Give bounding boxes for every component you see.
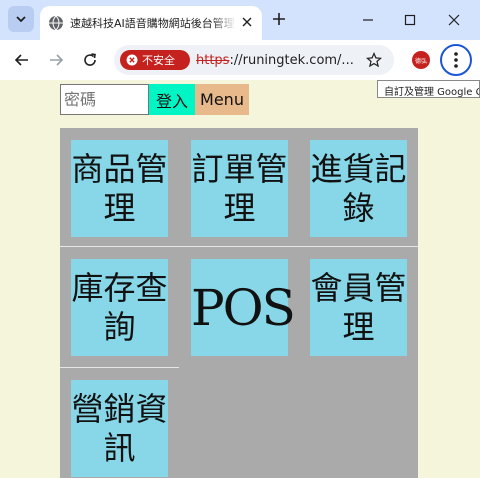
tab-close-button[interactable] xyxy=(238,13,256,31)
back-button[interactable] xyxy=(10,48,34,72)
tile-product-management[interactable]: 商品管理 xyxy=(71,140,168,237)
url-scheme: https xyxy=(196,53,230,68)
row-divider xyxy=(60,246,418,247)
forward-button[interactable] xyxy=(44,48,68,72)
close-icon xyxy=(242,17,252,27)
new-tab-button[interactable] xyxy=(268,8,290,30)
tile-member-management[interactable]: 會員管理 xyxy=(310,259,407,356)
security-chip[interactable]: 不安全 xyxy=(120,50,190,70)
active-tab[interactable]: 速越科技AI語音購物網站後台管理系統 xyxy=(40,6,262,40)
tile-label: POS xyxy=(191,278,296,337)
tile-order-management[interactable]: 訂單管理 xyxy=(191,140,288,237)
login-row: 登入 Menu xyxy=(60,84,249,115)
menu-button[interactable]: Menu xyxy=(195,84,249,115)
tile-label: 進貨記錄 xyxy=(310,150,407,227)
reload-button[interactable] xyxy=(78,48,102,72)
url-rest: ://runingtek.com/... xyxy=(229,53,354,68)
plus-icon xyxy=(273,13,285,25)
maximize-icon xyxy=(404,14,416,26)
tab-title: 速越科技AI語音購物網站後台管理系統 xyxy=(70,17,236,30)
close-icon xyxy=(448,14,460,26)
reload-icon xyxy=(84,53,96,66)
tile-label: 營銷資訊 xyxy=(71,390,168,467)
star-icon xyxy=(366,52,382,68)
browser-toolbar: 不安全 https://runingtek.com/... 德弘 xyxy=(0,40,480,80)
security-label: 不安全 xyxy=(142,54,175,67)
more-vertical-icon xyxy=(454,52,458,68)
globe-icon xyxy=(49,15,63,31)
tab-search-button[interactable] xyxy=(8,6,34,32)
address-bar[interactable]: 不安全 https://runingtek.com/... xyxy=(114,45,394,75)
tile-label: 訂單管理 xyxy=(191,150,288,227)
tile-purchase-records[interactable]: 進貨記錄 xyxy=(310,140,407,237)
bookmark-button[interactable] xyxy=(364,50,384,70)
tile-label: 會員管理 xyxy=(310,269,407,346)
warning-icon xyxy=(126,54,138,66)
tile-marketing-info[interactable]: 營銷資訊 xyxy=(71,380,168,477)
login-button[interactable]: 登入 xyxy=(149,84,195,115)
tile-pos[interactable]: POS xyxy=(191,259,296,356)
row-divider xyxy=(60,367,179,368)
chrome-menu-button[interactable] xyxy=(440,44,472,76)
tile-label: 商品管理 xyxy=(71,150,168,227)
minimize-button[interactable] xyxy=(356,8,380,32)
function-grid: 商品管理 訂單管理 進貨記錄 庫存查詢 POS 會員管理 營銷資訊 xyxy=(60,128,418,478)
arrow-right-icon xyxy=(50,54,64,66)
arrow-left-icon xyxy=(14,54,28,66)
password-input[interactable] xyxy=(60,84,149,115)
tile-label: 庫存查詢 xyxy=(71,269,168,346)
browser-tab-strip: 速越科技AI語音購物網站後台管理系統 xyxy=(0,0,480,40)
maximize-button[interactable] xyxy=(398,8,422,32)
url-text: https://runingtek.com/... xyxy=(196,53,354,68)
chevron-down-icon xyxy=(16,16,26,23)
window-close-button[interactable] xyxy=(442,8,466,32)
menu-tooltip: 自訂及管理 Google Chrome xyxy=(377,80,480,98)
profile-avatar[interactable]: 德弘 xyxy=(412,51,430,69)
minimize-icon xyxy=(363,19,373,21)
tile-inventory-query[interactable]: 庫存查詢 xyxy=(71,259,168,356)
